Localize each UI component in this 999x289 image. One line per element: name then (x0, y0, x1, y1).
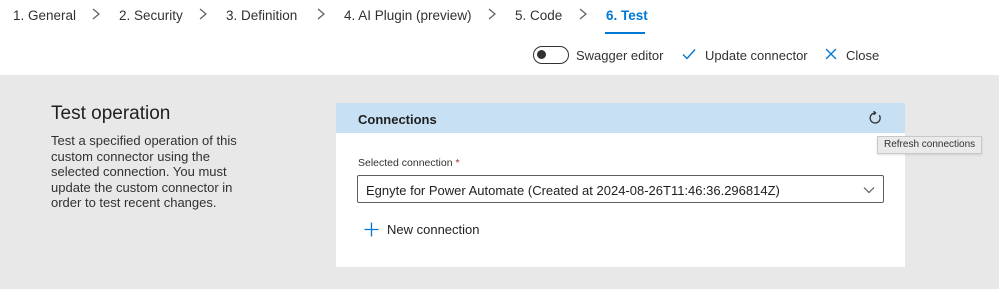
chevron-right-icon (198, 7, 208, 21)
step-definition[interactable]: 3. Definition (226, 8, 297, 23)
step-ai-plugin[interactable]: 4. AI Plugin (preview) (344, 8, 472, 23)
new-connection-button[interactable]: New connection (364, 221, 494, 241)
refresh-connections-tooltip: Refresh connections (877, 136, 983, 154)
close-label: Close (846, 48, 880, 63)
selected-connection-label: Selected connection * (358, 157, 460, 169)
selected-connection-label-text: Selected connection (358, 157, 453, 169)
update-connector-label: Update connector (705, 48, 808, 63)
wizard-steps: 1. General 2. Security 3. Definition 4. … (0, 0, 999, 38)
close-icon (824, 47, 838, 61)
plus-icon (364, 222, 379, 237)
close-button[interactable]: Close (824, 44, 880, 66)
toggle-knob (537, 50, 546, 59)
operation-info: Test operation Test a specified operatio… (51, 103, 271, 211)
section-description: Test a specified operation of this custo… (51, 133, 237, 210)
required-asterisk: * (455, 157, 460, 169)
step-security[interactable]: 2. Security (119, 8, 183, 23)
selected-connection-dropdown[interactable]: Egnyte for Power Automate (Created at 20… (357, 175, 884, 203)
step-general[interactable]: 1. General (13, 8, 76, 23)
command-bar: Swagger editor Update connector Close (0, 38, 999, 74)
chevron-right-icon (487, 7, 497, 21)
swagger-editor-toggle[interactable] (533, 46, 569, 64)
new-connection-label: New connection (387, 222, 480, 237)
active-step-indicator (605, 32, 645, 34)
chevron-right-icon (316, 7, 326, 21)
step-code[interactable]: 5. Code (515, 8, 562, 23)
connections-header: Connections (336, 103, 905, 133)
chevron-right-icon (91, 7, 101, 21)
update-connector-button[interactable]: Update connector (682, 44, 808, 66)
refresh-icon[interactable] (867, 110, 883, 126)
connections-card: Connections Selected connection * Egnyte… (336, 103, 905, 267)
swagger-editor-label: Swagger editor (576, 48, 664, 63)
checkmark-icon (682, 47, 696, 61)
section-title: Test operation (51, 103, 171, 124)
connections-title: Connections (358, 112, 437, 127)
step-test[interactable]: 6. Test (606, 8, 648, 23)
selected-connection-value: Egnyte for Power Automate (Created at 20… (366, 183, 780, 198)
chevron-down-icon (863, 183, 875, 195)
chevron-right-icon (578, 7, 588, 21)
test-operation-section: Test operation Test a specified operatio… (0, 75, 999, 289)
